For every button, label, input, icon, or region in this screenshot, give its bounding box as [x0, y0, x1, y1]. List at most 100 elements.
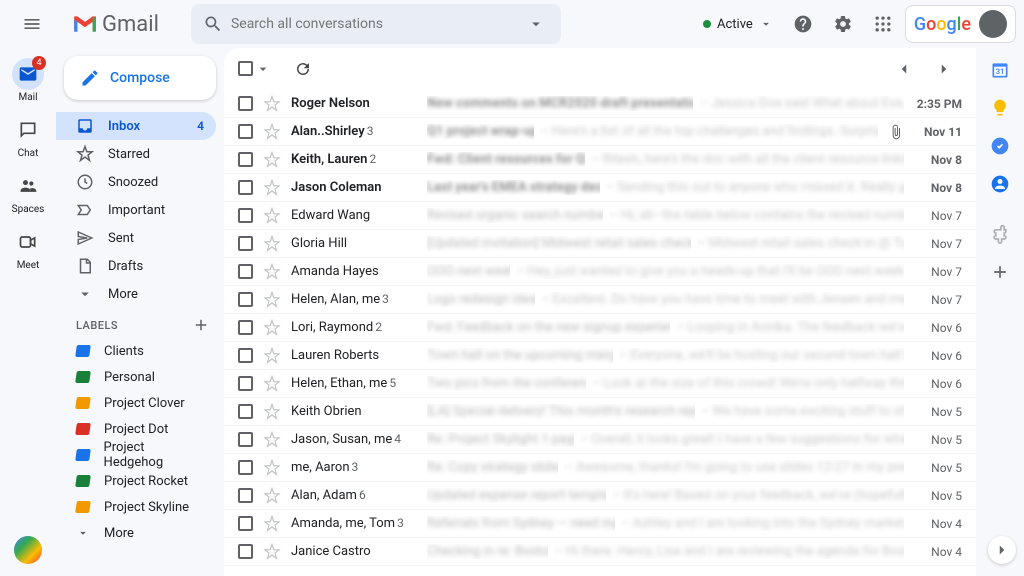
topbar-right: Active Google — [695, 5, 1016, 43]
mail-list[interactable]: Roger Nelson New comments on MCR2020 dra… — [224, 90, 976, 576]
mail-subject: Fwd: Client resources for Q3 – Ritesh, h… — [427, 152, 904, 167]
nav-drafts[interactable]: Drafts — [56, 252, 216, 280]
label-item[interactable]: Project Clover — [56, 390, 224, 416]
row-checkbox[interactable] — [238, 208, 253, 223]
row-checkbox[interactable] — [238, 460, 253, 475]
mail-row[interactable]: Janice Castro Checking in re: Boston – H… — [224, 538, 976, 566]
get-addons[interactable] — [990, 262, 1010, 282]
mail-row[interactable]: Helen, Alan, me3 Logo redesign ideas – E… — [224, 286, 976, 314]
star-button[interactable] — [263, 319, 281, 337]
row-checkbox[interactable] — [238, 96, 253, 111]
nav-snoozed[interactable]: Snoozed — [56, 168, 216, 196]
label-item[interactable]: Project Hedgehog — [56, 442, 224, 468]
label-item[interactable]: Clients — [56, 338, 224, 364]
row-checkbox[interactable] — [238, 544, 253, 559]
search-bar[interactable] — [191, 4, 561, 44]
mail-row[interactable]: Jason Coleman Last year's EMEA strategy … — [224, 174, 976, 202]
mail-row[interactable]: Jason, Susan, me4 Re: Project Skylight 1… — [224, 426, 976, 454]
mail-row[interactable]: Lauren Roberts Town hall on the upcoming… — [224, 342, 976, 370]
star-button[interactable] — [263, 375, 281, 393]
mail-row[interactable]: Alan..Shirley3 Q1 project wrap-up – Here… — [224, 118, 976, 146]
mail-row[interactable]: Keith, Lauren2 Fwd: Client resources for… — [224, 146, 976, 174]
label-item[interactable]: More — [56, 520, 224, 546]
row-checkbox[interactable] — [238, 404, 253, 419]
label-item[interactable]: Project Rocket — [56, 468, 224, 494]
main-menu-button[interactable] — [8, 0, 56, 48]
rail-chat[interactable]: Chat — [0, 108, 56, 164]
rail-chat-status[interactable] — [14, 536, 42, 564]
mail-row[interactable]: Helen, Ethan, me5 Two pics from the conf… — [224, 370, 976, 398]
label-item[interactable]: Personal — [56, 364, 224, 390]
status-dot-icon — [703, 20, 711, 28]
settings-button[interactable] — [825, 6, 861, 42]
star-button[interactable] — [263, 207, 281, 225]
star-button[interactable] — [263, 123, 281, 141]
google-account[interactable]: Google — [905, 5, 1016, 43]
mail-row[interactable]: Edward Wang Revised organic search numbe… — [224, 202, 976, 230]
row-checkbox[interactable] — [238, 124, 253, 139]
contacts-app[interactable] — [990, 174, 1010, 194]
mail-row[interactable]: Amanda, me, Tom3 Referrals from Sydney —… — [224, 510, 976, 538]
keep-app[interactable] — [990, 98, 1010, 118]
mail-row[interactable]: me, Aaron3 Re: Copy strategy slides? – A… — [224, 454, 976, 482]
star-button[interactable] — [263, 291, 281, 309]
nav-sent[interactable]: Sent — [56, 224, 216, 252]
row-checkbox[interactable] — [238, 516, 253, 531]
search-options-button[interactable] — [523, 11, 549, 37]
star-button[interactable] — [263, 431, 281, 449]
mail-row[interactable]: Amanda Hayes OOO next week – Hey, just w… — [224, 258, 976, 286]
nav-starred[interactable]: Starred — [56, 140, 216, 168]
calendar-app[interactable]: 31 — [990, 60, 1010, 80]
row-checkbox[interactable] — [238, 376, 253, 391]
label-item[interactable]: Project Skyline — [56, 494, 224, 520]
mail-row[interactable]: Roger Nelson New comments on MCR2020 dra… — [224, 90, 976, 118]
star-button[interactable] — [263, 487, 281, 505]
row-checkbox[interactable] — [238, 320, 253, 335]
star-button[interactable] — [263, 151, 281, 169]
row-checkbox[interactable] — [238, 292, 253, 307]
nav-more[interactable]: More — [56, 280, 216, 308]
prev-page-button[interactable] — [886, 51, 922, 87]
row-checkbox[interactable] — [238, 264, 253, 279]
nav-important[interactable]: Important — [56, 196, 216, 224]
support-button[interactable] — [785, 6, 821, 42]
row-checkbox[interactable] — [238, 180, 253, 195]
star-button[interactable] — [263, 543, 281, 561]
refresh-button[interactable] — [285, 51, 321, 87]
star-button[interactable] — [263, 235, 281, 253]
star-button[interactable] — [263, 515, 281, 533]
star-button[interactable] — [263, 95, 281, 113]
status-chip[interactable]: Active — [695, 13, 781, 36]
star-button[interactable] — [263, 263, 281, 281]
row-checkbox[interactable] — [238, 488, 253, 503]
side-panel-toggle[interactable] — [988, 536, 1016, 564]
compose-button[interactable]: Compose — [64, 56, 216, 100]
plus-icon[interactable] — [192, 316, 210, 334]
chevron-down-icon[interactable] — [255, 61, 271, 77]
rail-mail[interactable]: Mail 4 — [0, 52, 56, 108]
row-checkbox[interactable] — [238, 236, 253, 251]
row-checkbox[interactable] — [238, 348, 253, 363]
tasks-app[interactable] — [990, 136, 1010, 156]
nav-inbox[interactable]: Inbox 4 — [56, 112, 216, 140]
mail-row[interactable]: Lori, Raymond2 Fwd: Feedback on the new … — [224, 314, 976, 342]
star-button[interactable] — [263, 347, 281, 365]
label-item[interactable]: Project Dot — [56, 416, 224, 442]
mail-row[interactable]: Keith Obrien [LA] Special delivery! This… — [224, 398, 976, 426]
mail-row[interactable]: Alan, Adam6 Updated expense report templ… — [224, 482, 976, 510]
row-checkbox[interactable] — [238, 432, 253, 447]
label-color-icon — [75, 371, 91, 383]
star-button[interactable] — [263, 179, 281, 197]
addons-app[interactable] — [990, 224, 1010, 244]
mail-row[interactable]: Gloria Hill [Updated invitation] Midwest… — [224, 230, 976, 258]
gmail-logo[interactable]: Gmail — [72, 12, 159, 37]
apps-button[interactable] — [865, 6, 901, 42]
row-checkbox[interactable] — [238, 152, 253, 167]
star-button[interactable] — [263, 459, 281, 477]
select-all[interactable] — [238, 61, 271, 77]
rail-meet[interactable]: Meet — [0, 220, 56, 276]
rail-spaces[interactable]: Spaces — [0, 164, 56, 220]
search-input[interactable] — [231, 16, 515, 32]
star-button[interactable] — [263, 403, 281, 421]
next-page-button[interactable] — [926, 51, 962, 87]
